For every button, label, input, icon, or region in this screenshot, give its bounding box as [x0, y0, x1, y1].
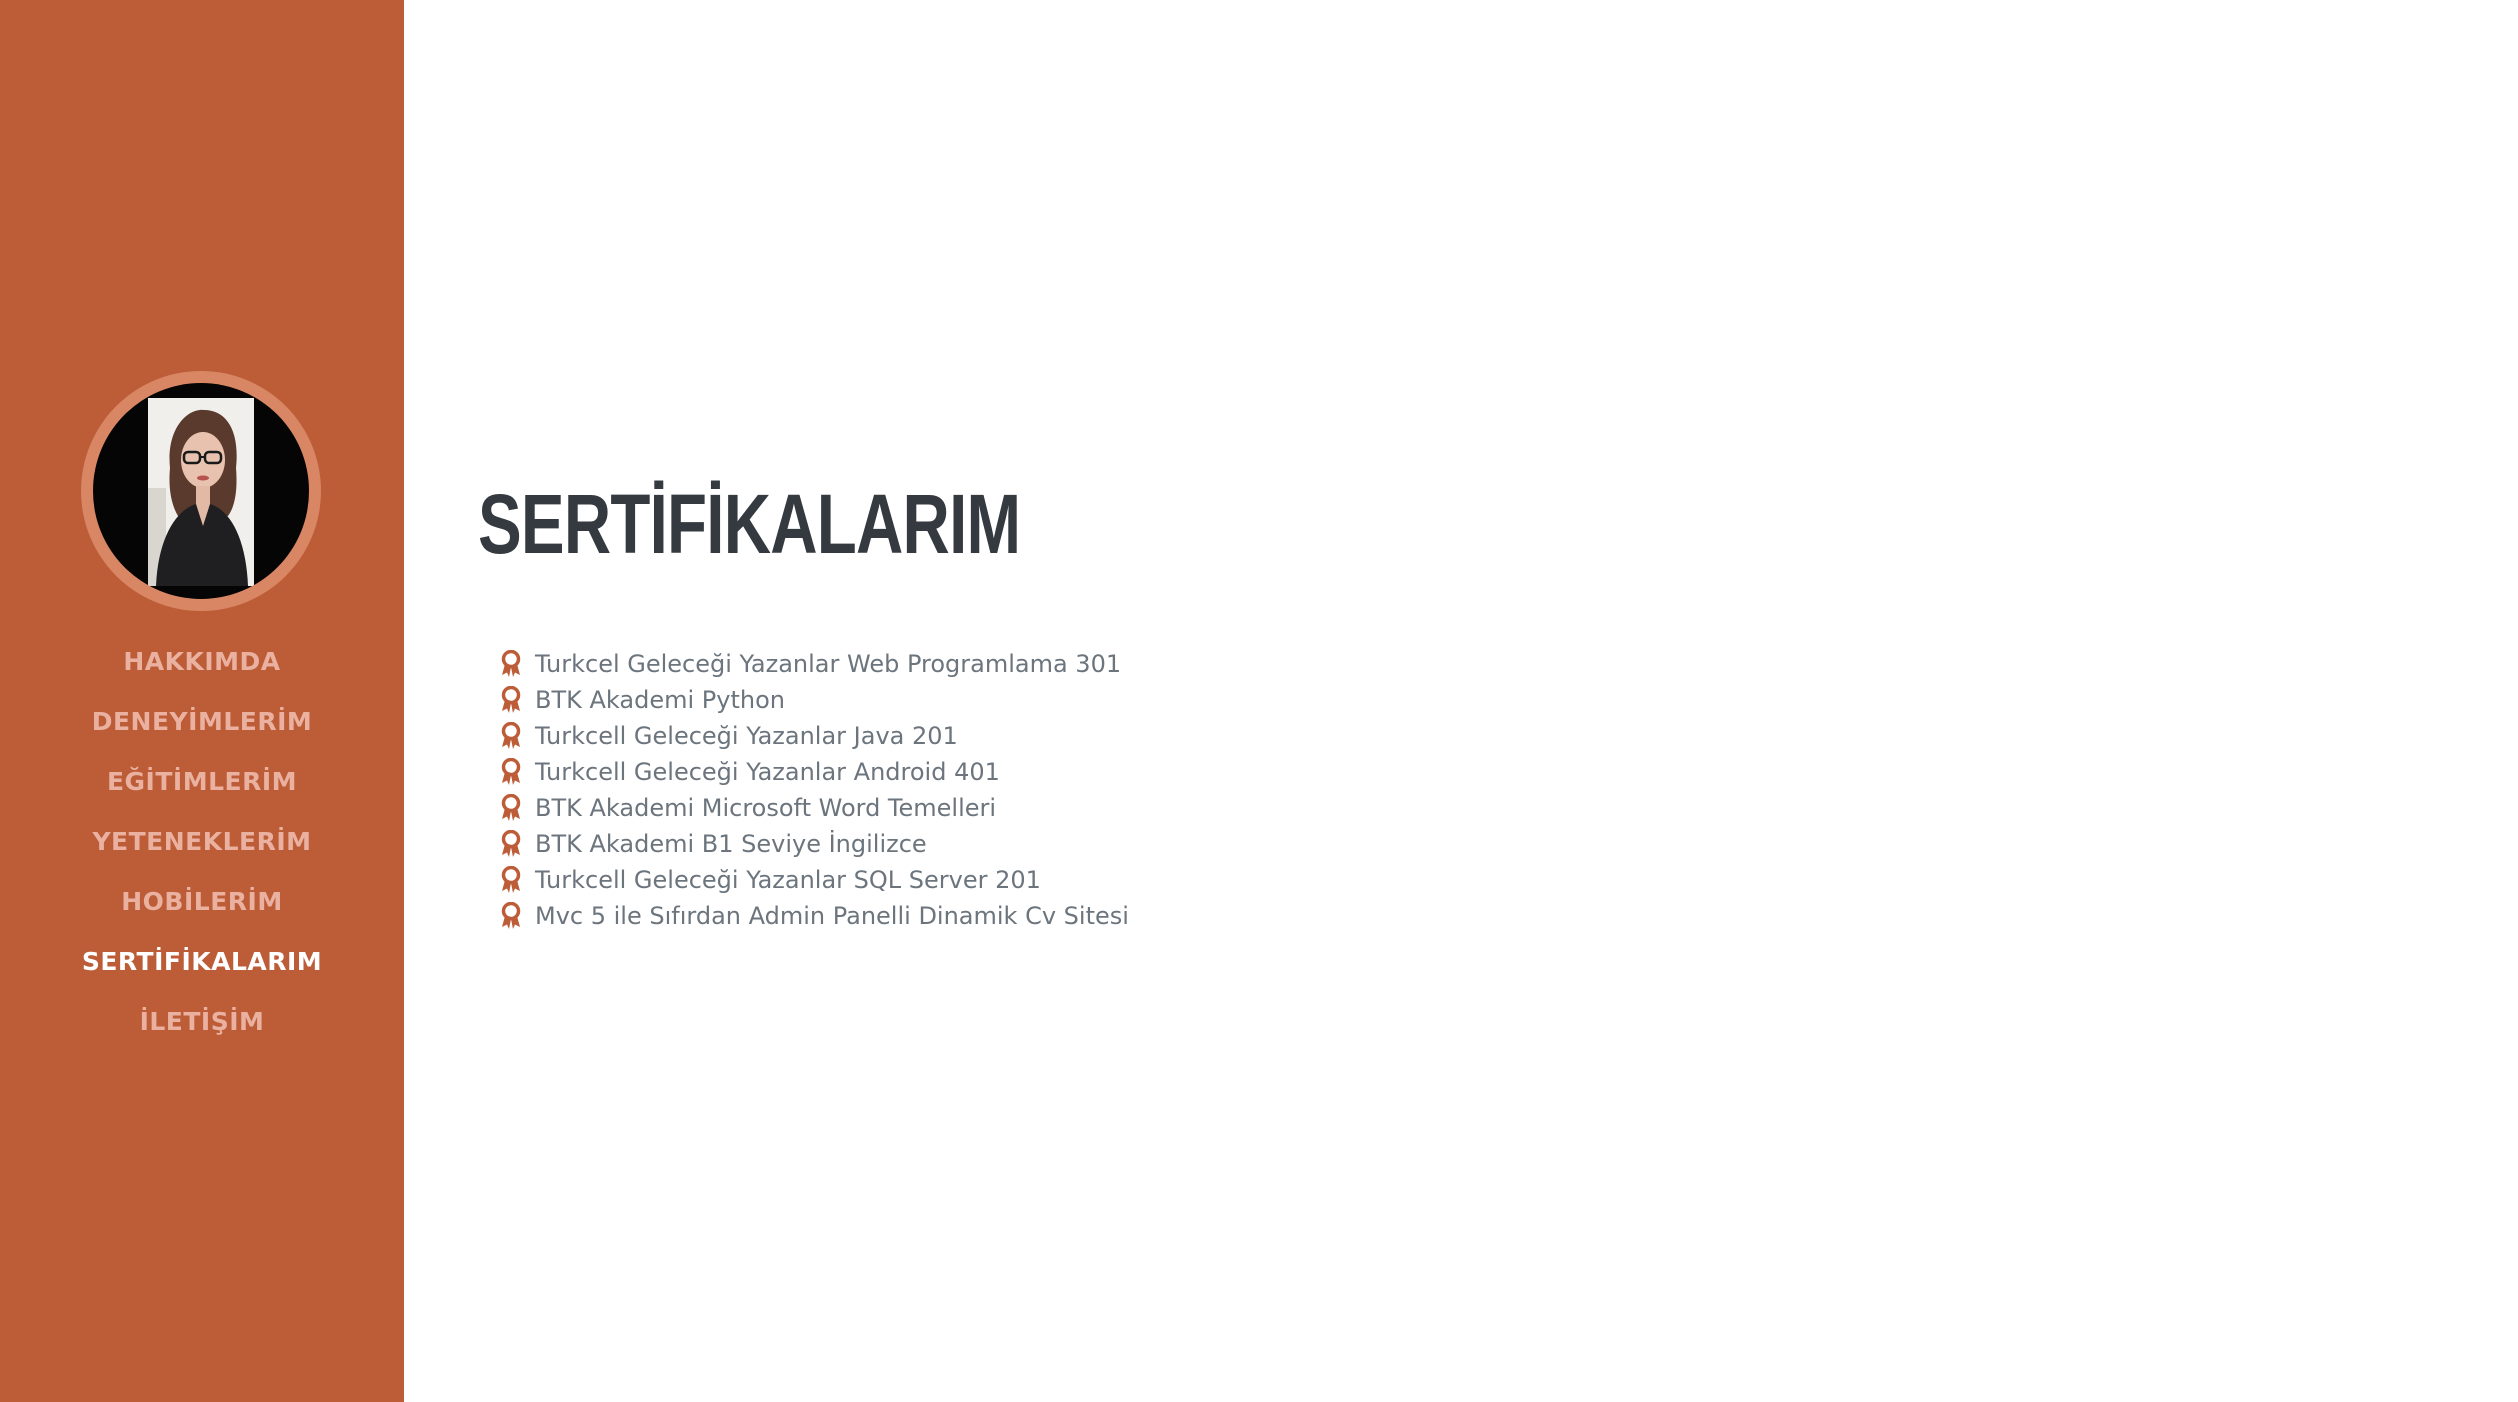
certificate-name: Mvc 5 ile Sıfırdan Admin Panelli Dinamik… [535, 902, 1129, 930]
profile-photo [148, 398, 254, 586]
list-item: BTK Akademi Python [500, 682, 1129, 718]
certificate-name: Turkcell Geleceği Yazanlar Android 401 [535, 758, 1000, 786]
list-item: Turkcel Geleceği Yazanlar Web Programlam… [500, 646, 1129, 682]
avatar[interactable] [81, 371, 321, 611]
list-item: Turkcell Geleceği Yazanlar SQL Server 20… [500, 862, 1129, 898]
certificate-name: BTK Akademi Microsoft Word Temelleri [535, 794, 997, 822]
nav-item-hobilerim[interactable]: HOBİLERİM [0, 878, 404, 938]
list-item: Turkcell Geleceği Yazanlar Android 401 [500, 754, 1129, 790]
page-title: SERTİFİKALARIM [478, 477, 1021, 571]
avatar-frame [93, 383, 309, 599]
award-icon [501, 758, 521, 785]
nav-item-hakkimda[interactable]: HAKKIMDA [0, 638, 404, 698]
award-icon [501, 794, 521, 821]
list-item: Turkcell Geleceği Yazanlar Java 201 [500, 718, 1129, 754]
award-icon [501, 686, 521, 713]
certificate-name: Turkcel Geleceği Yazanlar Web Programlam… [535, 650, 1122, 678]
list-item: Mvc 5 ile Sıfırdan Admin Panelli Dinamik… [500, 898, 1129, 934]
award-icon [501, 830, 521, 857]
award-icon [501, 722, 521, 749]
sidebar: HAKKIMDA DENEYİMLERİM EĞİTİMLERİM YETENE… [0, 0, 404, 1402]
nav-item-deneyimlerim[interactable]: DENEYİMLERİM [0, 698, 404, 758]
certificate-name: BTK Akademi B1 Seviye İngilizce [535, 830, 927, 858]
list-item: BTK Akademi Microsoft Word Temelleri [500, 790, 1129, 826]
award-icon [501, 866, 521, 893]
nav-item-iletisim[interactable]: İLETİŞİM [0, 998, 404, 1058]
main-content: SERTİFİKALARIM Turkcel Geleceği Yazanlar… [404, 0, 2518, 1402]
nav-item-sertifikalarim[interactable]: SERTİFİKALARIM [0, 938, 404, 998]
award-icon [501, 902, 521, 929]
nav-item-yeteneklerim[interactable]: YETENEKLERİM [0, 818, 404, 878]
certificate-name: BTK Akademi Python [535, 686, 785, 714]
sidebar-nav: HAKKIMDA DENEYİMLERİM EĞİTİMLERİM YETENE… [0, 638, 404, 1058]
list-item: BTK Akademi B1 Seviye İngilizce [500, 826, 1129, 862]
certificate-name: Turkcell Geleceği Yazanlar Java 201 [535, 722, 958, 750]
certificate-list: Turkcel Geleceği Yazanlar Web Programlam… [500, 646, 1129, 934]
award-icon [501, 650, 521, 677]
certificate-name: Turkcell Geleceği Yazanlar SQL Server 20… [535, 866, 1041, 894]
nav-item-egitimlerim[interactable]: EĞİTİMLERİM [0, 758, 404, 818]
